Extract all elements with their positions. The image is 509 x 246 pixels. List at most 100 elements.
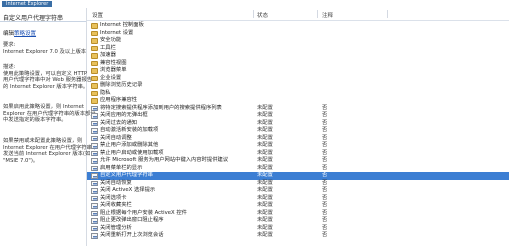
row-note: 否 [322, 134, 328, 141]
column-separator[interactable] [253, 10, 254, 18]
row-name: 关闭管理分析 [100, 224, 132, 231]
row-name: 关闭应用的无弹出框 [100, 112, 148, 118]
folder-row[interactable]: 兼容性视图 [87, 60, 509, 68]
setting-row[interactable]: 关闭收藏夹栏 未配置 否 [87, 202, 509, 210]
breadcrumb[interactable]: Internet Explorer [2, 1, 53, 7]
policy-setting-icon [91, 233, 98, 239]
row-name: 兼容性视图 [100, 59, 127, 66]
row-state: 未配置 [257, 127, 273, 133]
edit-prefix: 编辑 [3, 31, 15, 37]
folder-icon [91, 68, 98, 74]
folder-row[interactable]: 企业设置 [87, 75, 509, 83]
disabled-line: "MSIE 7.0")。 [3, 157, 39, 164]
row-name: 关闭收藏夹栏 [100, 202, 132, 208]
setting-row[interactable]: 关闭重新打开上次浏览会话 未配置 否 [87, 232, 509, 240]
top-bar: Internet Explorer [0, 0, 509, 8]
setting-row[interactable]: 启用菜单栏的显示 未配置 否 [87, 165, 509, 173]
row-state: 未配置 [257, 134, 273, 141]
row-name: 应用程序兼容性 [100, 97, 138, 103]
row-state: 未配置 [257, 187, 273, 193]
folder-row[interactable]: 安全功能 [87, 37, 509, 45]
setting-row[interactable]: 关闭自动恢复 未配置 否 [87, 180, 509, 188]
row-name: 关闭 ActiveX 选择提示 [100, 187, 156, 193]
setting-row[interactable]: 阻止根据每个用户安装 ActiveX 控件 未配置 否 [87, 210, 509, 218]
edit-policy-link[interactable]: 策略设置 [14, 31, 36, 37]
folder-row[interactable]: 浏览器菜单 [87, 67, 509, 75]
row-name: 自定义用户代理字符串 [100, 172, 153, 178]
row-note: 否 [322, 164, 328, 171]
folder-row[interactable]: Internet 控制面板 [87, 22, 509, 30]
requirements-text: Internet Explorer 7.0 及以上版本 [3, 48, 87, 55]
folder-row[interactable]: 应用程序兼容性 [87, 97, 509, 105]
row-name: Internet 控制面板 [100, 22, 144, 28]
policy-setting-icon [91, 165, 98, 171]
row-note: 否 [322, 217, 328, 223]
row-state: 未配置 [257, 202, 273, 208]
row-note: 否 [322, 119, 328, 126]
folder-icon [91, 53, 98, 59]
folder-icon [91, 90, 98, 96]
setting-row[interactable]: 禁止用户启动或使用加载项 未配置 否 [87, 150, 509, 158]
description-pane: 自定义用户代理字符串 编辑策略设置 要求: Internet Explorer … [0, 8, 97, 246]
folder-icon [91, 75, 98, 81]
setting-row[interactable]: 关闭过去的通知 未配置 否 [87, 120, 509, 128]
column-header-note[interactable]: 注释 [322, 11, 333, 19]
setting-row[interactable]: 阻止更改弹出窗口阻止程序 未配置 否 [87, 217, 509, 225]
setting-row[interactable]: 将特定搜索提供程序添加到用户的搜索提供程序列表 未配置 否 [87, 105, 509, 113]
description-label: 描述: [3, 64, 16, 70]
disabled-block: 如果禁用或未配置此策略设置，则 Internet Explorer 在用户代理字… [3, 138, 97, 164]
row-state: 未配置 [257, 119, 273, 126]
row-note: 否 [322, 224, 328, 231]
row-note: 否 [322, 127, 328, 133]
enabled-line: 如果启用此策略设置，则 Internet [3, 104, 84, 110]
column-separator[interactable] [317, 10, 318, 18]
row-name: 禁止用户启动或使用加载项 [100, 149, 164, 156]
row-name: 加速器 [100, 52, 116, 58]
setting-row[interactable]: 关闭 ActiveX 选择提示 未配置 否 [87, 187, 509, 195]
row-note: 否 [322, 187, 328, 193]
column-header-setting[interactable]: 设置 [92, 11, 103, 19]
folder-icon [91, 60, 98, 66]
policy-setting-icon [91, 128, 98, 134]
row-note: 否 [322, 104, 328, 111]
row-state: 未配置 [257, 142, 273, 148]
policy-setting-icon [91, 203, 98, 209]
setting-row[interactable]: 自定义用户代理字符串 未配置 否 [87, 172, 509, 180]
setting-row[interactable]: 禁止用户添加或删除其他 未配置 否 [87, 142, 509, 150]
row-note: 否 [322, 202, 328, 208]
setting-row[interactable]: 关闭选项卡 未配置 否 [87, 195, 509, 203]
row-note: 否 [322, 172, 328, 178]
folder-icon [91, 83, 98, 89]
setting-row[interactable]: 允许 Microsoft 服务为用户网站中键入内容时提供建议 未配置 否 [87, 157, 509, 165]
settings-list: 设置 状态 注释 Internet 控制面板 Internet 设置 安全功能 工具栏… [87, 8, 509, 246]
setting-row[interactable]: 关闭管理分析 未配置 否 [87, 225, 509, 233]
policy-setting-icon [91, 105, 98, 111]
row-state: 未配置 [257, 217, 273, 223]
row-note: 否 [322, 194, 328, 201]
row-name: 关闭选项卡 [100, 194, 127, 201]
folder-row[interactable]: 工具栏 [87, 45, 509, 53]
row-name: 浏览器菜单 [100, 67, 127, 73]
policy-setting-icon [91, 143, 98, 149]
description-line: 的 Internet Explorer 版本字符串。 [3, 83, 89, 90]
policy-setting-icon [91, 180, 98, 186]
folder-row[interactable]: Internet 设置 [87, 30, 509, 38]
row-name: 关闭重新打开上次浏览会话 [100, 232, 164, 238]
setting-row[interactable]: 关闭应用的无弹出框 未配置 否 [87, 112, 509, 120]
column-header-state[interactable]: 状态 [257, 11, 268, 19]
folder-row[interactable]: 删除浏览历史记录 [87, 82, 509, 90]
row-state: 未配置 [257, 112, 273, 118]
policy-setting-icon [91, 158, 98, 164]
setting-row[interactable]: 关闭自动调整 未配置 否 [87, 135, 509, 143]
setting-row[interactable]: 自动激活新安装的加载项 未配置 否 [87, 127, 509, 135]
title-divider [0, 21, 86, 22]
folder-row[interactable]: 隐私 [87, 90, 509, 98]
description-block: 描述: 使用此策略设置，可以自定义 HTTP 用户代理字符串中对 Web 服务器… [3, 64, 92, 90]
row-state: 未配置 [257, 164, 273, 171]
enabled-line: 中发送指定的版本字符串。 [3, 117, 67, 124]
column-separator[interactable] [387, 10, 388, 18]
folder-icon [91, 45, 98, 51]
row-state: 未配置 [257, 179, 273, 186]
row-state: 未配置 [257, 149, 273, 156]
folder-row[interactable]: 加速器 [87, 52, 509, 60]
